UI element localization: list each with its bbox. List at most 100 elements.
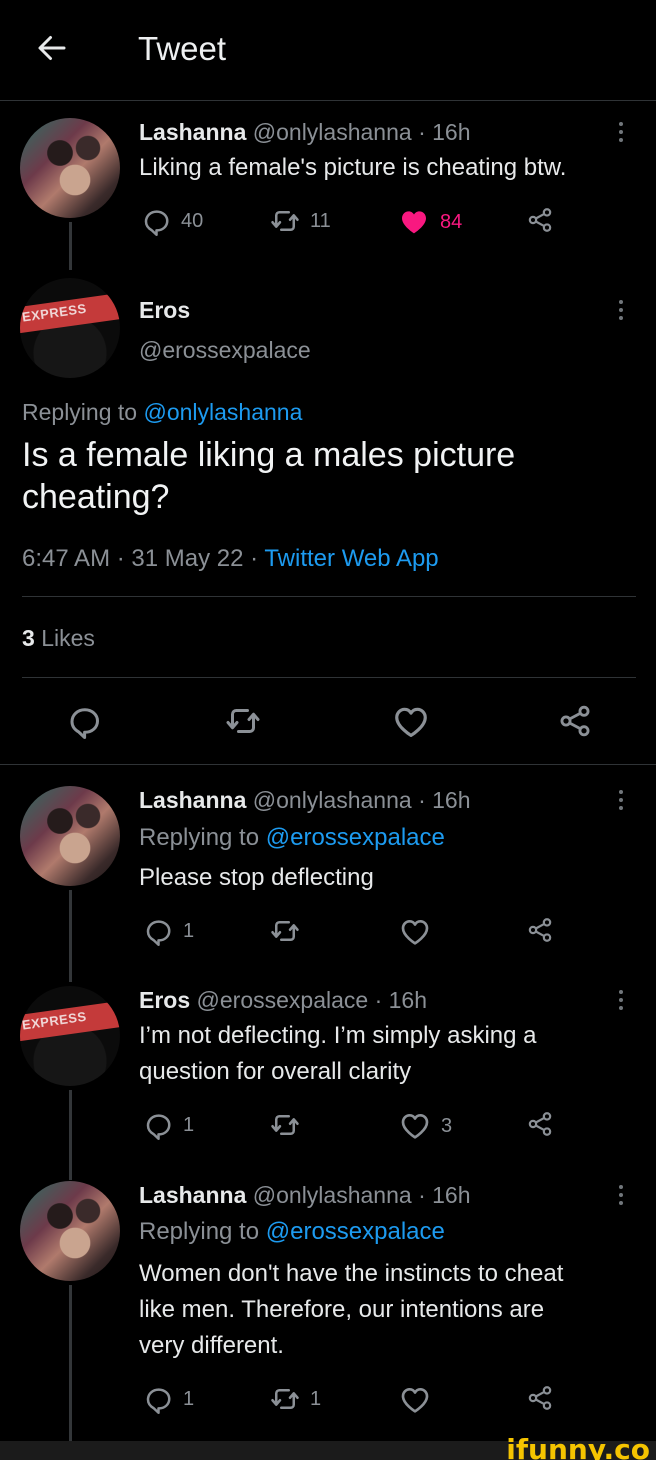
- avatar[interactable]: [20, 786, 120, 886]
- retweet-count: 11: [310, 209, 331, 232]
- tweet-text: I’m not deflecting. I’m simply asking a …: [139, 1018, 537, 1090]
- tweet-meta: 6:47 AM · 31 May 22 · Twitter Web App: [22, 544, 439, 574]
- tweet-time: · 16h: [374, 987, 428, 1013]
- share-icon: [528, 208, 552, 232]
- more-icon[interactable]: [616, 788, 626, 812]
- tweet-time: · 16h: [418, 787, 471, 813]
- avatar[interactable]: EXPRESS: [20, 986, 120, 1086]
- share-button[interactable]: [557, 703, 593, 739]
- tweet-text-line: Is a female liking a males picture: [22, 436, 516, 474]
- retweet-button[interactable]: [270, 1110, 300, 1140]
- tweet-text-line: Women don't have the instincts to cheat: [139, 1260, 564, 1287]
- tweet-header: Eros @erossexpalace · 16h: [139, 986, 427, 1014]
- retweet-button[interactable]: 11: [270, 206, 331, 236]
- user-handle[interactable]: @onlylashanna: [253, 119, 412, 145]
- share-icon: [528, 918, 552, 942]
- retweet-count: 1: [310, 1387, 322, 1410]
- user-name[interactable]: Eros: [139, 296, 190, 324]
- tweet-text-line: Please stop deflecting: [139, 864, 374, 891]
- like-icon: [401, 919, 429, 945]
- watermark-bar: ifunny.co: [0, 1433, 656, 1460]
- main-tweet-text: Is a female liking a males picture cheat…: [22, 434, 515, 518]
- tweet-source[interactable]: Twitter Web App: [264, 545, 438, 572]
- like-button[interactable]: 84: [398, 206, 462, 238]
- replying-to-link[interactable]: @erossexpalace: [266, 1218, 445, 1245]
- user-name[interactable]: Lashanna: [139, 119, 246, 145]
- avatar[interactable]: EXPRESS: [20, 278, 120, 378]
- like-button[interactable]: [399, 1384, 431, 1416]
- thread-line: [69, 1285, 72, 1441]
- replying-to-link[interactable]: @erossexpalace: [266, 824, 445, 851]
- reply-button[interactable]: [66, 703, 102, 739]
- replying-prefix: Replying to: [139, 824, 260, 851]
- likes-count: 3: [22, 625, 35, 651]
- share-button[interactable]: [526, 916, 554, 944]
- reply-count: 1: [183, 919, 195, 942]
- likes-summary[interactable]: 3 Likes: [22, 624, 95, 652]
- thread-line: [69, 1090, 72, 1180]
- retweet-icon: [271, 1389, 299, 1409]
- retweet-button[interactable]: [225, 703, 261, 739]
- like-icon: [402, 211, 426, 234]
- thread-line: [69, 222, 72, 270]
- avatar[interactable]: [20, 1181, 120, 1281]
- avatar[interactable]: [20, 118, 120, 218]
- reply-icon: [70, 708, 99, 739]
- divider: [22, 596, 636, 597]
- watermark: ifunny.co: [506, 1433, 650, 1460]
- tweet-time: · 16h: [418, 1182, 471, 1208]
- reply-button[interactable]: 1: [143, 1110, 194, 1140]
- tweet-text-line: very different.: [139, 1332, 284, 1359]
- user-name[interactable]: Eros: [139, 987, 190, 1013]
- reply-count: 1: [183, 1387, 195, 1410]
- more-icon[interactable]: [616, 298, 626, 322]
- reply-icon: [146, 1388, 171, 1414]
- reply-button[interactable]: 1: [143, 916, 194, 946]
- replying-to: Replying to @erossexpalace: [139, 1218, 445, 1246]
- share-button[interactable]: [526, 1384, 554, 1412]
- like-button[interactable]: 3: [399, 1110, 452, 1142]
- retweet-icon: [271, 211, 299, 231]
- replying-to-link[interactable]: @onlylashanna: [143, 399, 302, 425]
- user-name[interactable]: Lashanna: [139, 1182, 246, 1208]
- user-handle[interactable]: @erossexpalace: [197, 987, 369, 1013]
- like-count: 84: [440, 210, 463, 233]
- more-icon[interactable]: [616, 988, 626, 1012]
- share-button[interactable]: [526, 1110, 554, 1138]
- share-icon: [528, 1386, 552, 1410]
- replying-prefix: Replying to: [139, 1218, 260, 1245]
- back-arrow-icon[interactable]: [34, 30, 70, 66]
- retweet-icon: [226, 709, 260, 733]
- user-handle[interactable]: @onlylashanna: [253, 1182, 412, 1208]
- divider: [0, 100, 656, 101]
- likes-label: Likes: [41, 625, 95, 651]
- tweet-timestamp: 6:47 AM · 31 May 22 ·: [22, 545, 259, 572]
- retweet-button[interactable]: 1: [270, 1384, 321, 1414]
- more-icon[interactable]: [616, 120, 626, 144]
- reply-button[interactable]: 1: [143, 1384, 194, 1414]
- user-name[interactable]: Lashanna: [139, 787, 246, 813]
- tweet-text-line: like men. Therefore, our intentions are: [139, 1296, 545, 1323]
- like-icon: [401, 1114, 429, 1139]
- share-button[interactable]: [526, 206, 554, 234]
- reply-button[interactable]: 40: [141, 206, 203, 236]
- retweet-icon: [271, 1115, 299, 1135]
- retweet-button[interactable]: [270, 916, 300, 946]
- tweet-text-line: cheating?: [22, 478, 170, 516]
- tweet-header: Lashanna @onlylashanna · 16h: [139, 118, 471, 146]
- tweet-text-line: question for overall clarity: [139, 1058, 412, 1085]
- like-button[interactable]: [392, 703, 430, 741]
- replying-to: Replying to @onlylashanna: [22, 398, 302, 426]
- more-icon[interactable]: [616, 1183, 626, 1207]
- divider: [22, 677, 636, 678]
- page-title: Tweet: [138, 30, 227, 67]
- like-button[interactable]: [399, 916, 431, 948]
- reply-count: 1: [183, 1113, 195, 1136]
- user-handle[interactable]: @erossexpalace: [139, 336, 311, 364]
- user-handle[interactable]: @onlylashanna: [253, 787, 412, 813]
- avatar-badge: EXPRESS: [21, 300, 88, 325]
- tweet-header: Lashanna @onlylashanna · 16h: [139, 1181, 471, 1209]
- tweet-text: Please stop deflecting: [139, 860, 374, 896]
- replying-to: Replying to @erossexpalace: [139, 824, 445, 852]
- reply-count: 40: [181, 209, 204, 232]
